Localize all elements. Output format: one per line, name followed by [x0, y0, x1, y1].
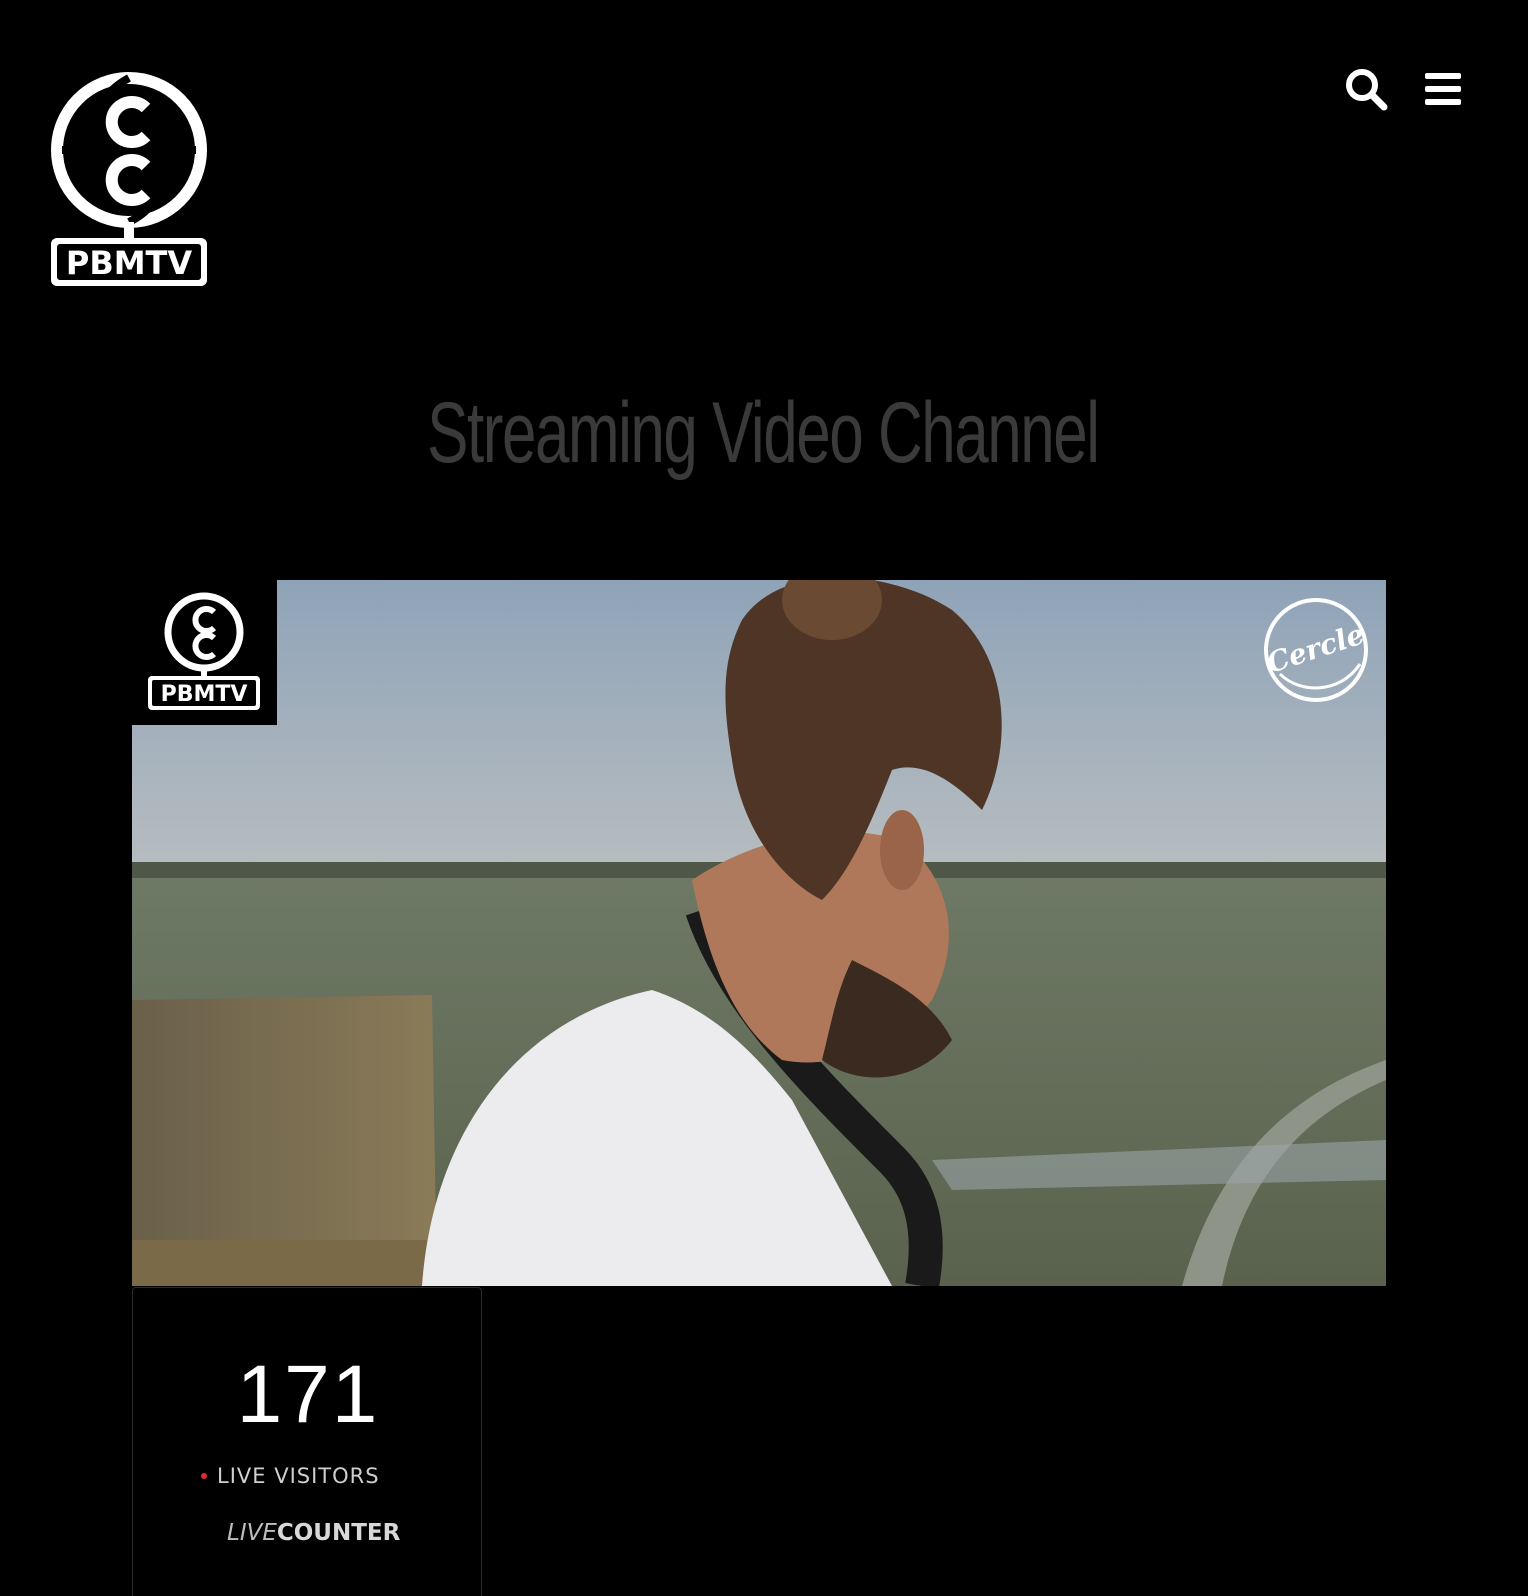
pbmtv-logo-icon: PBMTV: [51, 72, 207, 286]
brand-live-text: LIVE: [227, 1520, 277, 1546]
cercle-text: Cercle: [1263, 617, 1369, 679]
live-dot-icon: [201, 1473, 207, 1479]
search-icon: [1346, 69, 1388, 111]
menu-button[interactable]: [1420, 66, 1466, 112]
live-visitors-row: LIVE VISITORS: [201, 1464, 380, 1488]
page-title: Streaming Video Channel: [427, 385, 1100, 481]
hamburger-menu-icon: [1425, 73, 1461, 105]
site-logo[interactable]: PBMTV: [48, 70, 210, 290]
search-button[interactable]: [1343, 66, 1389, 112]
live-counter-widget: 171 LIVE VISITORS LIVECOUNTER: [132, 1287, 482, 1596]
video-badge-text: PBMTV: [161, 682, 248, 707]
brand-counter-text: COUNTER: [276, 1520, 401, 1546]
video-channel-badge: PBMTV: [132, 580, 277, 725]
video-frame-image: [132, 580, 1386, 1286]
logo-text: PBMTV: [66, 244, 193, 282]
live-visitor-count: 171: [236, 1349, 380, 1440]
page: PBMTV Streaming Video Channel PBMTV Cerc…: [0, 0, 1528, 1596]
livecounter-brand[interactable]: LIVECOUNTER: [227, 1520, 400, 1546]
live-visitors-label: LIVE VISITORS: [217, 1464, 380, 1488]
video-player[interactable]: PBMTV Cercle: [132, 580, 1386, 1286]
cercle-watermark: Cercle: [1260, 594, 1372, 706]
